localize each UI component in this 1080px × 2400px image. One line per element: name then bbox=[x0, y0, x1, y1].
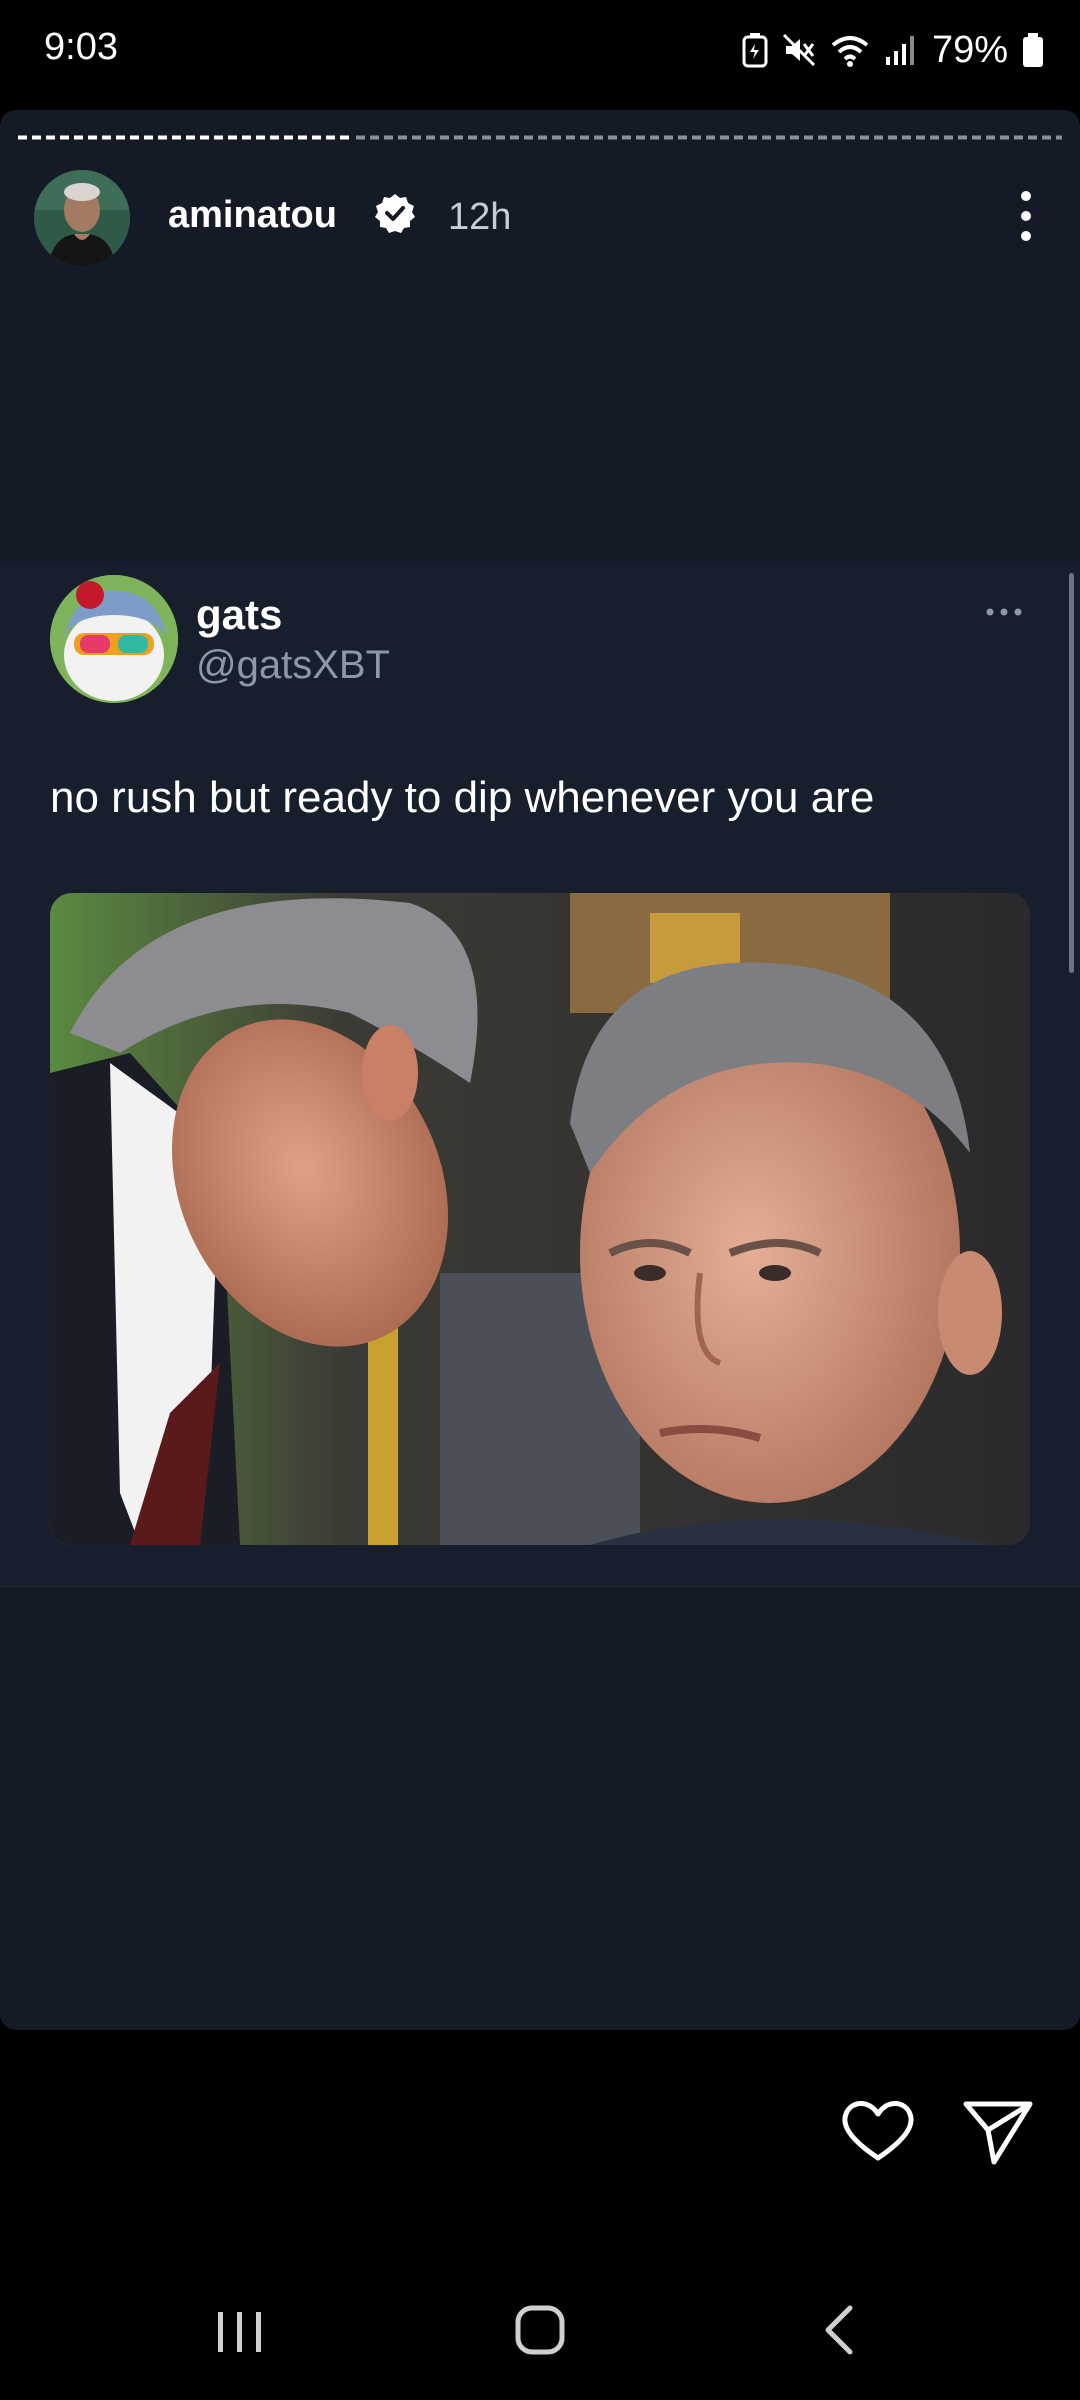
tweet-card[interactable]: gats @gatsXBT no rush but ready to dip w… bbox=[0, 563, 1080, 1587]
tweet-avatar[interactable] bbox=[50, 575, 178, 703]
story-card[interactable]: aminatou 12h gats @gatsXBT no rush but r… bbox=[0, 110, 1080, 2030]
more-horizontal-icon[interactable] bbox=[984, 605, 1024, 619]
tweet-author-handle[interactable]: @gatsXBT bbox=[196, 643, 390, 688]
home-icon[interactable] bbox=[510, 2300, 570, 2360]
signal-icon bbox=[885, 36, 914, 65]
heart-icon[interactable] bbox=[838, 2090, 918, 2170]
mute-icon bbox=[782, 33, 815, 67]
tweet-text: no rush but ready to dip whenever you ar… bbox=[50, 773, 875, 822]
story-timestamp: 12h bbox=[448, 196, 512, 238]
send-icon[interactable] bbox=[958, 2090, 1038, 2170]
status-bar: 9:03 79% bbox=[0, 0, 1080, 105]
battery-percentage: 79% bbox=[931, 28, 1008, 71]
status-icons: 79% bbox=[742, 26, 1044, 74]
wifi-icon bbox=[831, 36, 869, 67]
story-header: aminatou 12h bbox=[34, 166, 1046, 266]
system-navigation-bar bbox=[0, 2250, 1080, 2400]
battery-icon bbox=[1023, 33, 1043, 67]
story-progress-bar bbox=[18, 135, 1062, 140]
status-time: 9:03 bbox=[44, 26, 118, 68]
tweet-image[interactable] bbox=[50, 893, 1030, 1545]
back-icon[interactable] bbox=[810, 2300, 870, 2360]
story-avatar[interactable] bbox=[34, 170, 130, 266]
recent-apps-icon[interactable] bbox=[210, 2302, 270, 2362]
story-username[interactable]: aminatou bbox=[168, 194, 337, 237]
more-vertical-icon[interactable] bbox=[1006, 186, 1046, 246]
tweet-scrollbar[interactable] bbox=[1069, 573, 1074, 973]
tweet-author-name[interactable]: gats bbox=[196, 591, 282, 639]
battery-saver-icon bbox=[742, 33, 768, 68]
verified-badge-icon bbox=[375, 194, 415, 233]
